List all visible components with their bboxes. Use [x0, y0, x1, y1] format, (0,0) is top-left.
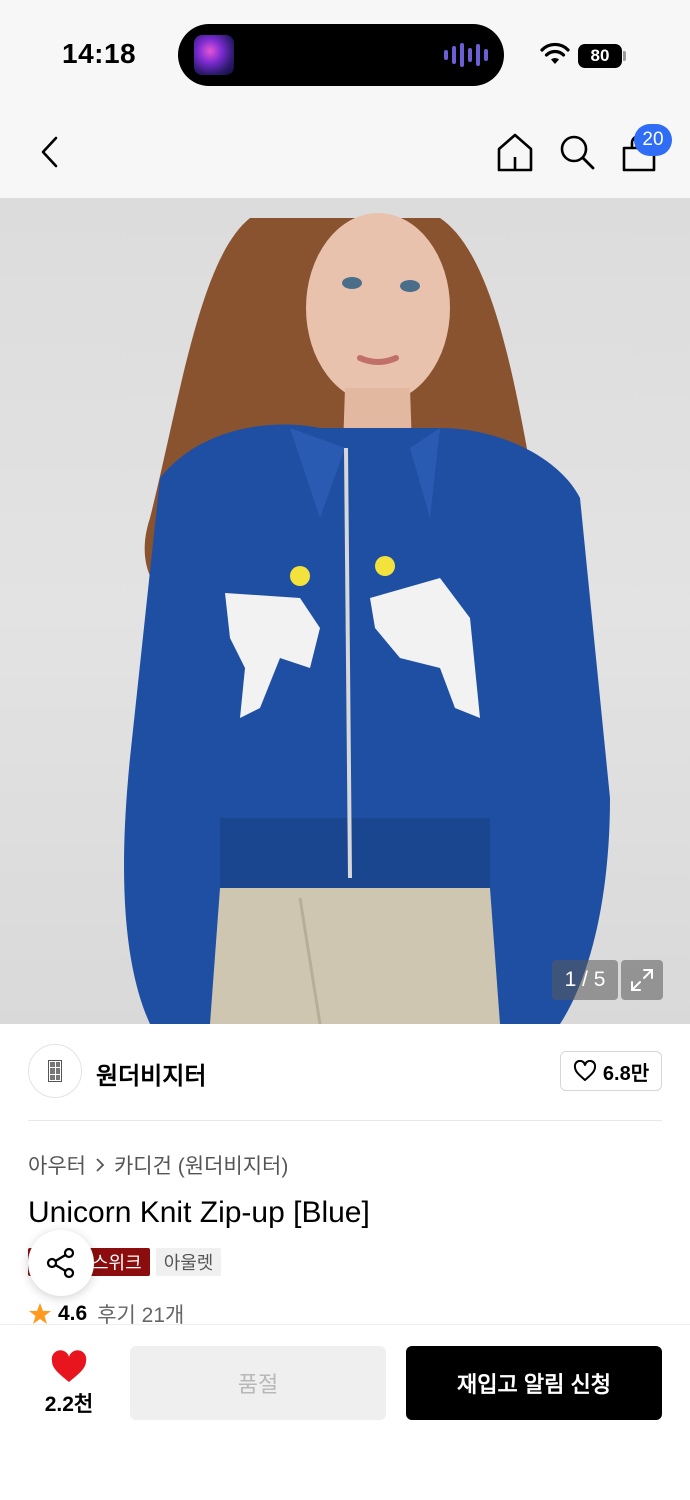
- product-photo: [124, 213, 611, 1024]
- search-icon[interactable]: [556, 130, 598, 174]
- brand-logo-mark: [48, 1060, 62, 1082]
- status-bar: 14:18 80: [0, 0, 690, 104]
- top-nav-bar: [0, 104, 690, 198]
- chevron-right-icon: [96, 1158, 105, 1172]
- breadcrumb: 아우터 카디건 (원더비지터): [28, 1150, 288, 1180]
- outlet-badge: 아울렛: [155, 1248, 222, 1276]
- back-button[interactable]: [30, 130, 70, 174]
- brand-logo[interactable]: [28, 1044, 82, 1098]
- soldout-button: 품절: [130, 1346, 386, 1420]
- brand-like-button[interactable]: 6.8만: [560, 1051, 662, 1091]
- battery-tip: [623, 51, 626, 61]
- rating-score: 4.6: [58, 1302, 88, 1325]
- chevron-left-icon: [41, 136, 58, 168]
- status-time: 14:18: [62, 38, 137, 69]
- wish-count: 2.2천: [44, 1393, 94, 1416]
- heart-outline-icon: [573, 1060, 596, 1081]
- image-counter: 1 / 5: [552, 960, 618, 1000]
- review-count: 후기 21개: [97, 1304, 185, 1326]
- battery-indicator: 80: [578, 44, 622, 68]
- product-image[interactable]: [0, 198, 690, 1024]
- now-playing-artwork: [194, 35, 234, 75]
- breadcrumb-item-outer[interactable]: 아우터: [28, 1150, 86, 1180]
- star-icon: [29, 1303, 51, 1324]
- share-button[interactable]: [28, 1230, 94, 1296]
- product-title: Unicorn Knit Zip-up [Blue]: [28, 1196, 370, 1229]
- expand-image-button[interactable]: [621, 960, 663, 1000]
- dynamic-island[interactable]: [178, 24, 504, 86]
- expand-icon: [631, 969, 653, 991]
- cart-count-badge: 20: [634, 124, 672, 156]
- brand-name[interactable]: 원더비지터: [96, 1056, 206, 1091]
- home-icon[interactable]: [494, 130, 536, 174]
- share-icon: [46, 1247, 75, 1279]
- restock-alert-button[interactable]: 재입고 알림 신청: [406, 1346, 662, 1420]
- wifi-icon: [540, 42, 570, 64]
- rating-row[interactable]: 4.6 후기 21개: [28, 1302, 184, 1326]
- heart-filled-icon[interactable]: [50, 1350, 88, 1384]
- brand-like-count: 6.8만: [602, 1062, 650, 1085]
- audio-waveform-icon: [444, 42, 488, 68]
- divider: [28, 1120, 662, 1121]
- breadcrumb-item-cardigan[interactable]: 카디건 (원더비지터): [114, 1150, 288, 1180]
